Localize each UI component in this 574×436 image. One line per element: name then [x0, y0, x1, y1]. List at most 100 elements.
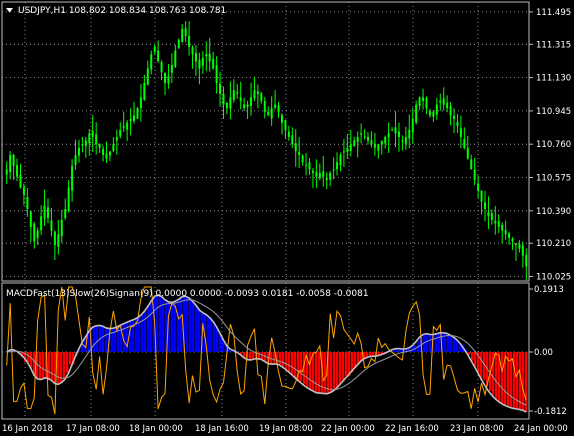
symbol-info: USDJPY,H1 108.802 108.834 108.763 108.78…	[18, 6, 226, 16]
macd-hist-bar	[435, 333, 438, 352]
candle-body	[280, 115, 283, 123]
candle-body	[298, 152, 301, 155]
candle-body	[425, 97, 428, 109]
candle-body	[291, 135, 294, 145]
candle-body	[236, 92, 239, 94]
macd-hist-bar	[195, 305, 198, 352]
candle-body	[315, 172, 318, 177]
macd-hist-bar	[198, 310, 201, 352]
macd-hist-bar	[330, 352, 333, 393]
candle-body	[98, 143, 101, 148]
candle-body	[446, 102, 449, 109]
candle-body	[153, 47, 156, 53]
macd-hist-bar	[471, 352, 474, 361]
candle-body	[184, 28, 187, 37]
candle-body	[84, 140, 87, 146]
price-axis: 111.495 111.315 111.130 110.945 110.760 110.5…	[529, 8, 571, 283]
price-tick-label: 110.945	[536, 107, 571, 117]
price-tick-label: 110.575	[536, 174, 571, 184]
candle-body	[194, 53, 197, 62]
candle-body	[43, 205, 46, 219]
candle-body	[119, 129, 122, 137]
candle-body	[277, 105, 280, 112]
macd-hist-bar	[138, 315, 141, 352]
macd-hist-bar	[480, 352, 483, 380]
candle-body	[483, 202, 486, 209]
macd-hist-bar	[315, 352, 318, 393]
price-tick-label: 110.210	[536, 239, 571, 249]
price-panel[interactable]: 111.495 111.315 111.130 110.945 110.760 110.5…	[1, 1, 571, 283]
candle-body	[422, 97, 425, 101]
candle-body	[150, 54, 153, 70]
candle-body	[473, 169, 476, 181]
candle-body	[71, 165, 74, 191]
macd-hist-bar	[171, 302, 174, 352]
macd-hist-bar	[48, 352, 51, 381]
candle-body	[212, 59, 215, 69]
price-tick-label: 111.495	[536, 8, 571, 18]
macd-hist-bar	[318, 352, 321, 394]
macd-hist-bar	[339, 352, 342, 384]
candle-body	[411, 119, 414, 133]
candle-body	[215, 65, 218, 83]
candle-body	[198, 60, 201, 69]
candle-body	[47, 207, 50, 218]
candle-body	[453, 115, 456, 119]
candle-body	[508, 233, 511, 238]
macd-hist-bar	[522, 352, 525, 411]
candle-body	[225, 103, 228, 109]
macd-hist-bar	[342, 352, 345, 380]
macd-hist-bar	[429, 334, 432, 352]
candle-body	[5, 169, 8, 175]
macd-hist-bar	[93, 325, 96, 352]
macd-hist-bar	[156, 295, 159, 352]
macd-hist-bar	[162, 299, 165, 352]
macd-hist-bar	[501, 352, 504, 404]
candle-body	[504, 230, 507, 235]
candle-body	[439, 101, 442, 103]
candle-body	[88, 133, 91, 144]
macd-hist-bar	[249, 352, 252, 360]
macd-hist-bar	[51, 352, 54, 381]
macd-panel[interactable]: MACDFast(13)Slow(26)Signan(9) 0.0000 0.0…	[1, 282, 567, 420]
candle-body	[480, 190, 483, 202]
macd-hist-bar	[27, 352, 30, 363]
candle-body	[490, 213, 493, 220]
candle-body	[136, 108, 139, 119]
candle-body	[404, 137, 407, 144]
candle-body	[77, 147, 80, 156]
candle-body	[336, 162, 339, 170]
candle-body	[60, 219, 63, 237]
candle-body	[40, 216, 43, 231]
macd-hist-bar	[180, 296, 183, 352]
candle-body	[177, 39, 180, 48]
candle-body	[146, 68, 149, 85]
candle-body	[394, 127, 397, 134]
candle-body	[370, 140, 373, 145]
candle-body	[253, 90, 256, 99]
candle-body	[57, 234, 60, 247]
macd-hist-bar	[105, 328, 108, 352]
macd-hist-bar	[474, 352, 477, 367]
macd-hist-bar	[189, 298, 192, 352]
chart-window[interactable]: 111.495 111.315 111.130 110.945 110.760 110.5…	[0, 0, 574, 436]
candle-body	[26, 197, 29, 209]
candle-body	[349, 144, 352, 151]
candle-body	[50, 220, 53, 231]
macd-hist-bar	[147, 306, 150, 352]
candle-body	[494, 220, 497, 224]
macd-hist-bar	[63, 352, 66, 380]
price-panel-frame	[1, 1, 530, 282]
candle-body	[29, 211, 32, 227]
macd-hist-bar	[192, 301, 195, 352]
candle-body	[470, 159, 473, 170]
candle-body	[380, 140, 383, 145]
candle-body	[346, 147, 349, 152]
macd-tick-zero: 0.00	[534, 348, 553, 358]
macd-label: MACDFast(13)Slow(26)Signan(9) 0.0000 0.0…	[6, 289, 369, 299]
candle-body	[356, 137, 359, 142]
candle-body	[105, 153, 108, 159]
macd-tick-top: 0.1913	[534, 285, 564, 295]
candle-body	[256, 91, 259, 94]
macd-hist-bar	[309, 352, 312, 390]
